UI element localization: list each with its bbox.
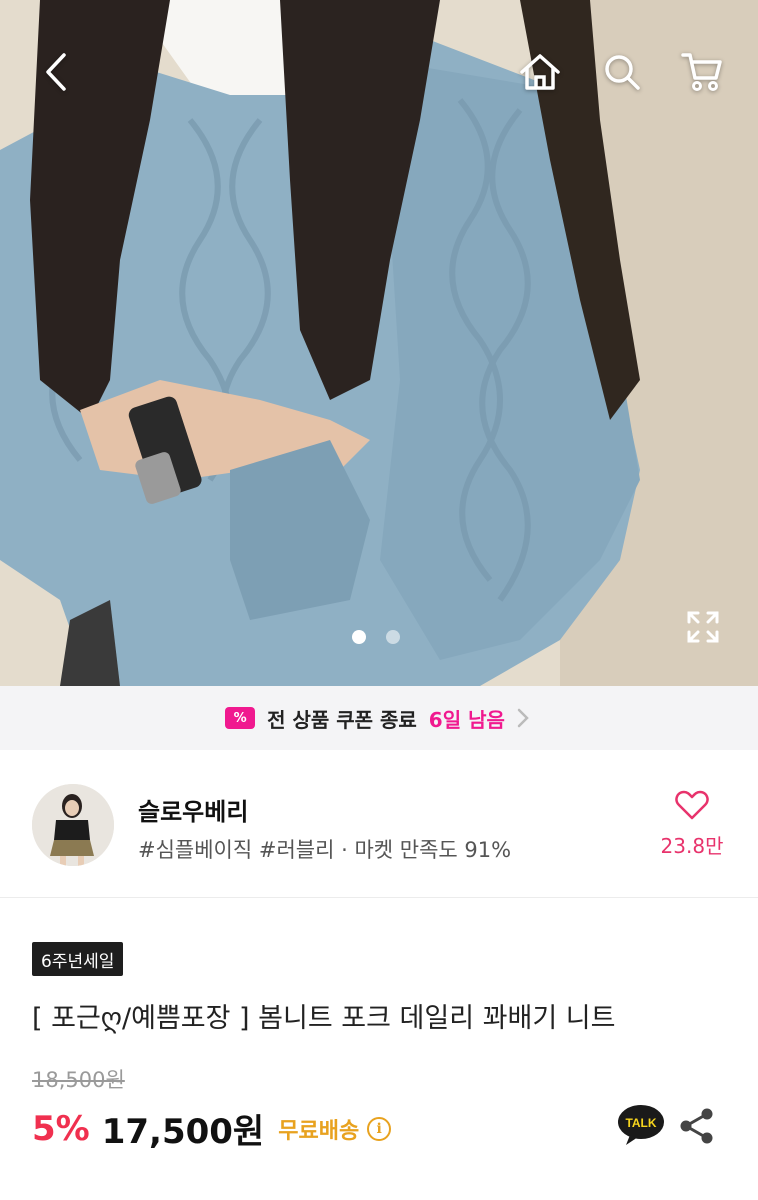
store-name[interactable]: 슬로우베리 (138, 792, 248, 827)
like-button[interactable]: 23.8만 (652, 790, 732, 868)
carousel-dot-active[interactable] (352, 630, 366, 644)
sale-price: 17,500원 (101, 1112, 265, 1152)
back-icon (46, 53, 66, 91)
coupon-icon: % (225, 707, 256, 729)
original-price: 18,500원 (32, 1068, 125, 1092)
fullscreen-button[interactable] (680, 604, 726, 650)
cart-icon (681, 53, 722, 91)
back-button[interactable] (32, 48, 80, 96)
product-title: [ 포근ღ/예쁨포장 ] 봄니트 포크 데일리 꽈배기 니트 (32, 1003, 616, 1034)
coupon-banner[interactable]: % 전 상품 쿠폰 종료 6일 남음 (0, 686, 758, 750)
like-count: 23.8만 (660, 834, 724, 858)
info-icon[interactable]: i (367, 1116, 392, 1141)
talk-label: TALK (625, 1116, 656, 1130)
share-icon (680, 1108, 713, 1144)
coupon-days-left: 6일 남음 (428, 707, 505, 732)
home-button[interactable] (516, 48, 564, 96)
store-tags: #심플베이직 #러블리 · 마켓 만족도 91% (138, 838, 512, 862)
chevron-right-icon (517, 707, 533, 729)
sale-badge: 6주년세일 (32, 942, 124, 976)
cart-button[interactable] (678, 48, 726, 96)
share-button[interactable] (678, 1106, 716, 1148)
store-avatar[interactable] (32, 784, 114, 866)
product-photo (0, 0, 758, 686)
coupon-text: 전 상품 쿠폰 종료 (267, 707, 417, 732)
search-button[interactable] (598, 48, 646, 96)
heart-icon (675, 790, 709, 820)
carousel-indicator (352, 630, 400, 644)
carousel-dot[interactable] (386, 630, 400, 644)
talk-icon: TALK (618, 1105, 664, 1145)
search-icon (605, 55, 640, 90)
product-image-carousel[interactable] (0, 0, 758, 686)
store-info[interactable]: 슬로우베리 #심플베이직 #러블리 · 마켓 만족도 91% 23.8만 (0, 750, 758, 898)
free-shipping-label: 무료배송 (278, 1118, 360, 1144)
expand-icon (687, 611, 719, 643)
kakao-talk-button[interactable]: TALK (616, 1104, 666, 1146)
price-row: 5% 17,500원 무료배송 i (32, 1104, 392, 1153)
discount-rate: 5% (32, 1108, 90, 1149)
home-icon (520, 54, 560, 90)
